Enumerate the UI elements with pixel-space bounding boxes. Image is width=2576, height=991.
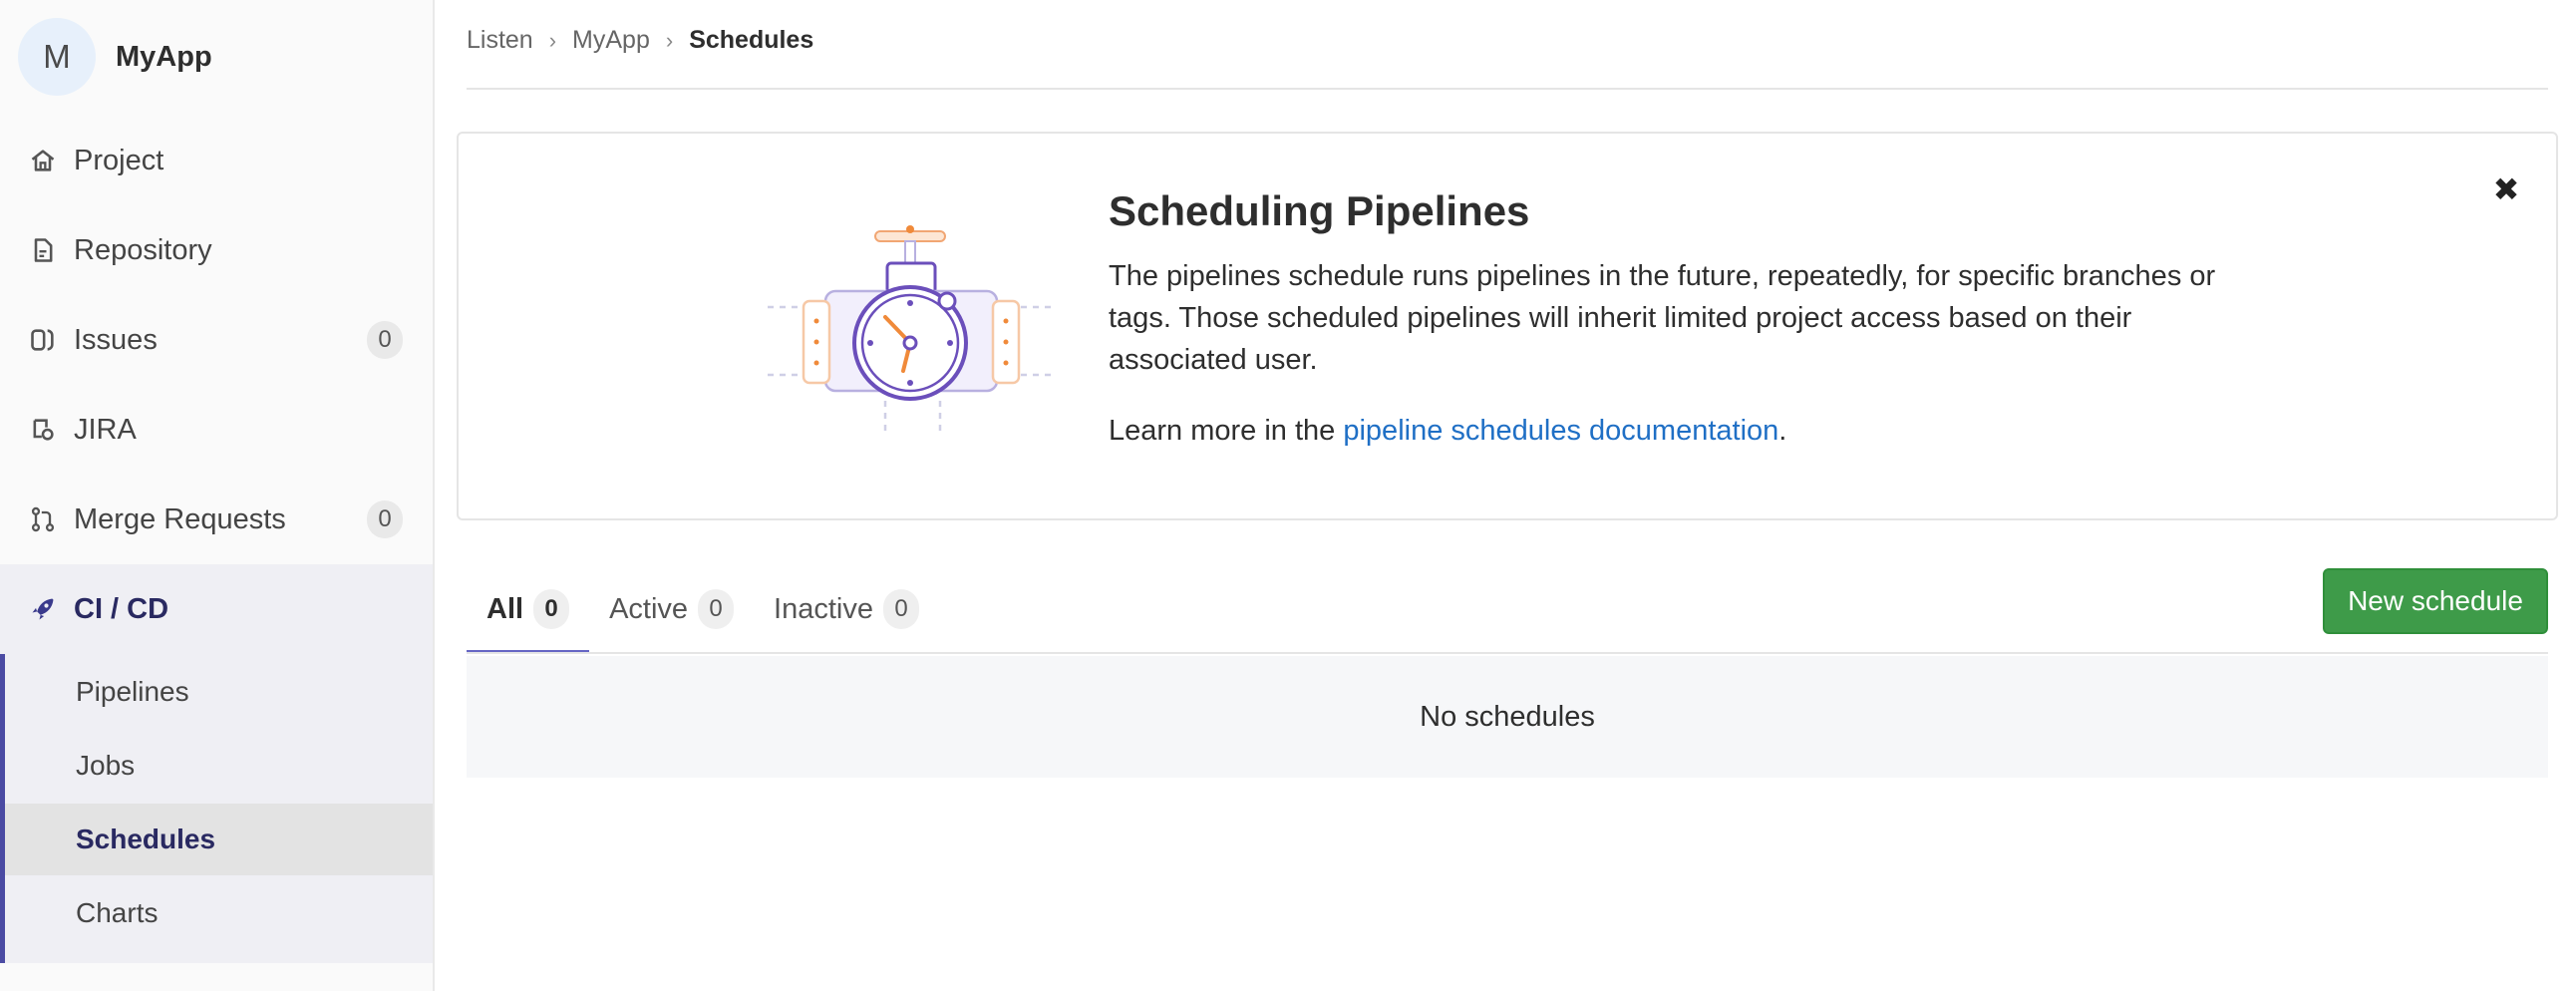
close-icon[interactable]: ✖ <box>2486 169 2526 209</box>
new-schedule-button[interactable]: New schedule <box>2323 568 2548 634</box>
sidebar-item-ci-cd[interactable]: CI / CD <box>0 564 433 654</box>
sidebar-item-issues[interactable]: Issues 0 <box>0 295 433 385</box>
pipeline-schedule-illustration <box>766 221 1055 431</box>
avatar: M <box>18 18 96 96</box>
issues-icon <box>26 323 60 357</box>
banner-description: The pipelines schedule runs pipelines in… <box>1109 260 2216 376</box>
tab-all[interactable]: All 0 <box>467 564 590 654</box>
schedule-tabs: All 0 Active 0 Inactive 0 <box>467 564 939 654</box>
sidebar-subitem-schedules[interactable]: Schedules <box>76 824 215 855</box>
banner-learn-more: Learn more in the pipeline schedules doc… <box>1109 415 1786 448</box>
rocket-icon <box>26 592 60 626</box>
sidebar-item-label: CI / CD <box>74 592 169 625</box>
sidebar-nav: Project Repository Issues 0 JIRA Merge R… <box>0 116 433 654</box>
home-icon <box>26 144 60 177</box>
sidebar-subitem-pipelines[interactable]: Pipelines <box>76 676 189 708</box>
chevron-right-icon: › <box>548 27 557 53</box>
empty-state-message: No schedules <box>467 656 2548 778</box>
project-name: MyApp <box>116 40 212 73</box>
sidebar-item-repository[interactable]: Repository <box>0 205 433 295</box>
sidebar-item-label: Issues <box>74 323 158 356</box>
tab-count-badge: 0 <box>883 589 919 629</box>
tab-label: All <box>486 592 524 625</box>
tab-label: Active <box>609 592 689 625</box>
sidebar-subitem-jobs[interactable]: Jobs <box>76 750 135 782</box>
document-icon <box>26 233 60 267</box>
tab-count-badge: 0 <box>698 589 735 629</box>
sidebar-item-project[interactable]: Project <box>0 116 433 205</box>
tab-active[interactable]: Active 0 <box>589 564 754 654</box>
issues-count-badge: 0 <box>367 321 403 359</box>
learn-more-suffix: . <box>1778 415 1787 447</box>
tab-inactive[interactable]: Inactive 0 <box>754 564 939 654</box>
divider <box>467 88 2548 90</box>
tab-count-badge: 0 <box>533 589 570 629</box>
chevron-right-icon: › <box>665 27 674 53</box>
scheduling-pipelines-banner: Scheduling Pipelines The pipelines sched… <box>457 132 2558 520</box>
sidebar-item-merge-requests[interactable]: Merge Requests 0 <box>0 475 433 564</box>
tab-label: Inactive <box>774 592 873 625</box>
learn-more-prefix: Learn more in the <box>1109 415 1344 447</box>
merge-requests-count-badge: 0 <box>367 500 403 538</box>
sidebar: M MyApp Project Repository Issues 0 JIRA… <box>0 0 435 991</box>
sidebar-item-label: Project <box>74 144 164 176</box>
breadcrumb-item[interactable]: Listen <box>467 26 533 55</box>
breadcrumb: Listen › MyApp › Schedules <box>467 26 813 55</box>
divider <box>467 652 2548 654</box>
banner-title: Scheduling Pipelines <box>1109 187 1530 234</box>
sidebar-item-jira[interactable]: JIRA <box>0 385 433 475</box>
sidebar-item-label: JIRA <box>74 413 137 446</box>
sidebar-item-label: Merge Requests <box>74 502 286 535</box>
sidebar-subitem-charts[interactable]: Charts <box>76 897 158 929</box>
pipeline-schedules-docs-link[interactable]: pipeline schedules documentation <box>1343 415 1778 447</box>
merge-request-icon <box>26 502 60 536</box>
breadcrumb-item[interactable]: MyApp <box>572 26 650 55</box>
breadcrumb-current[interactable]: Schedules <box>689 26 813 55</box>
jira-icon <box>26 413 60 447</box>
current-subitem-highlight <box>5 804 433 875</box>
sidebar-item-label: Repository <box>74 233 212 266</box>
project-brand[interactable]: M MyApp <box>18 18 212 96</box>
